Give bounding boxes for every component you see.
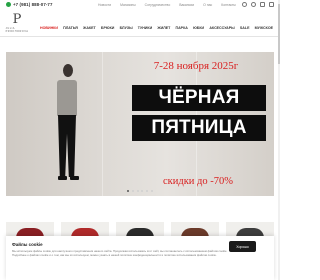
cart-icon[interactable] — [269, 2, 274, 7]
catnav-item-vest[interactable]: ЖИЛЕТ — [157, 26, 170, 30]
slider-dot[interactable] — [126, 190, 130, 193]
hero-title-line2: ПЯТНИЦА — [132, 115, 266, 141]
slider-dots — [0, 190, 280, 193]
brand-logo[interactable]: P JULIA PROKHOROVA — [6, 13, 28, 35]
catalog-nav: НОВИНКИ ПЛАТЬЯ ЖАКЕТ БРЮКИ БЛУЗЫ ТУНИКИ … — [40, 26, 278, 30]
catnav-item-jacket[interactable]: ЖАКЕТ — [83, 26, 96, 30]
cookie-accept-button[interactable]: Хорошо — [229, 241, 256, 252]
topnav-item-news[interactable]: Новости — [98, 3, 111, 7]
model-head — [63, 64, 73, 77]
topnav-item-about[interactable]: О нас — [203, 3, 212, 7]
catnav-item-accessories[interactable]: АКСЕССУАРЫ — [209, 26, 234, 30]
model-shoe — [58, 176, 67, 180]
scrollbar-thumb[interactable] — [278, 4, 280, 64]
model-figure — [50, 58, 90, 196]
slider-dot[interactable] — [150, 190, 154, 193]
whatsapp-icon — [6, 2, 11, 7]
slider-dot[interactable] — [136, 190, 139, 193]
header-divider — [0, 36, 280, 37]
hero-sale-text: скидки до -70% — [162, 176, 234, 187]
heart-icon[interactable] — [260, 2, 265, 7]
catnav-item-dresses[interactable]: ПЛАТЬЯ — [63, 26, 78, 30]
hero-date: 7-28 ноября 2025г — [153, 60, 239, 72]
slider-dot[interactable] — [141, 190, 144, 193]
hero-title: ЧЁРНАЯ ПЯТНИЦА — [132, 85, 266, 145]
catnav-item-new[interactable]: НОВИНКИ — [40, 26, 58, 30]
page-scrollbar[interactable] — [278, 0, 280, 280]
catnav-item-parka[interactable]: ПАРКА — [176, 26, 188, 30]
catnav-item-blouses[interactable]: БЛУЗЫ — [120, 26, 133, 30]
model-shoe — [70, 176, 79, 180]
catnav-item-sale[interactable]: SALE — [240, 26, 250, 30]
hero-title-line1: ЧЁРНАЯ — [132, 85, 266, 111]
top-nav: Новости Магазины Сотрудничество Вакансии… — [98, 3, 245, 7]
cookie-title: Файлы cookie — [12, 242, 43, 247]
cookie-text: Мы используем файлы cookie для наилучшег… — [12, 249, 228, 257]
catnav-item-skirts[interactable]: ЮБКИ — [193, 26, 204, 30]
logo-mark: P — [12, 12, 22, 27]
phone-number: +7 (981) 888-07-77 — [13, 2, 53, 7]
hero-banner[interactable]: 7-28 ноября 2025г ЧЁРНАЯ ПЯТНИЦА скидки … — [6, 52, 274, 196]
catnav-item-men[interactable]: МУЖСКОЕ — [255, 26, 273, 30]
search-icon[interactable] — [242, 2, 247, 7]
model-jacket — [57, 80, 77, 116]
top-bar: +7 (981) 888-07-77 Новости Магазины Сотр… — [0, 0, 280, 11]
topnav-item-vacancies[interactable]: Вакансии — [179, 3, 194, 7]
wall-line — [102, 52, 103, 196]
topnav-item-cooperation[interactable]: Сотрудничество — [145, 3, 171, 7]
catnav-item-tunics[interactable]: ТУНИКИ — [138, 26, 152, 30]
header-icons — [238, 2, 274, 7]
cookie-banner: Файлы cookie Мы используем файлы cookie … — [6, 236, 274, 280]
catnav-item-trousers[interactable]: БРЮКИ — [101, 26, 114, 30]
topnav-item-contacts[interactable]: Контакты — [221, 3, 236, 7]
slider-dot[interactable] — [146, 190, 149, 193]
topnav-item-shops[interactable]: Магазины — [120, 3, 136, 7]
model-pants — [58, 115, 76, 177]
user-icon[interactable] — [251, 2, 256, 7]
logo-text: JULIA PROKHOROVA — [5, 27, 29, 33]
slider-dot[interactable] — [131, 190, 134, 193]
phone-link[interactable]: +7 (981) 888-07-77 — [6, 2, 53, 7]
